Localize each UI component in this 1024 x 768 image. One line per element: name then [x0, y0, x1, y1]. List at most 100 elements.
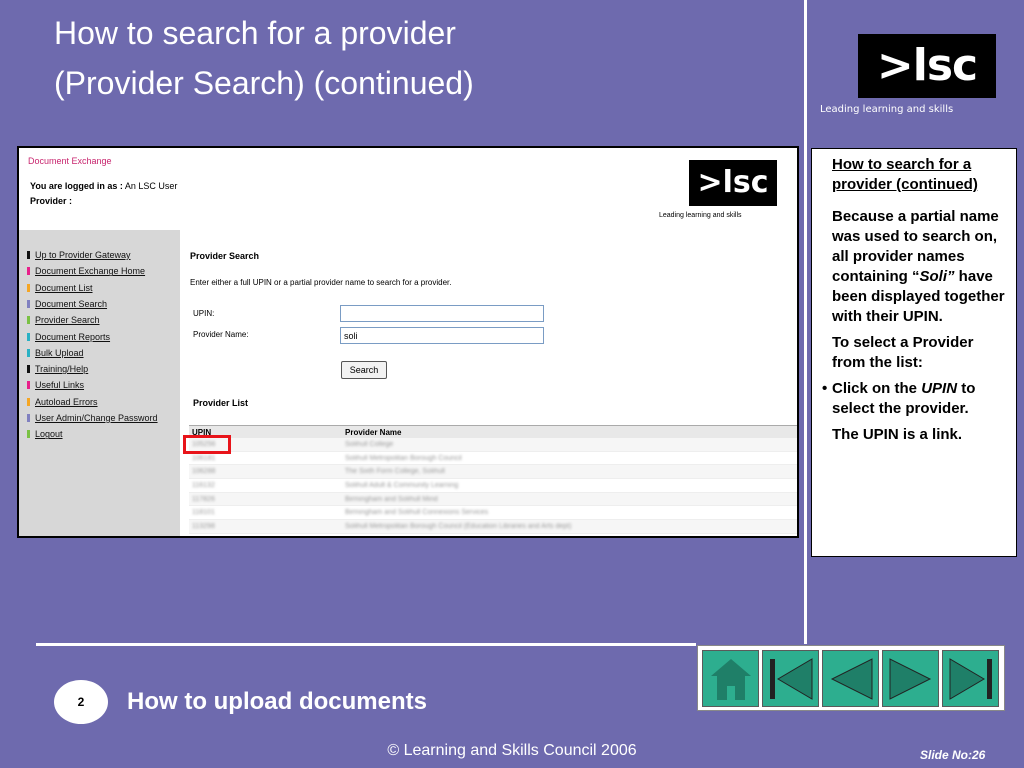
- home-button[interactable]: [702, 650, 759, 707]
- provider-table-body: 105256 Solihull College 106181 Solihull Met…: [189, 438, 797, 534]
- sidebar-item-label: Logout: [35, 429, 63, 440]
- sidebar-item[interactable]: Training/Help: [27, 362, 88, 376]
- sidebar-item-label: Provider Search: [35, 315, 100, 326]
- app-screenshot: Document Exchange You are logged in as :…: [17, 146, 799, 538]
- vertical-divider: [804, 0, 807, 644]
- provider-label: Provider :: [30, 196, 73, 206]
- sidebar-item[interactable]: Logout: [27, 427, 63, 441]
- sidebar-item[interactable]: Up to Provider Gateway: [27, 248, 131, 262]
- note-paragraph-1-emphasis: Soli”: [919, 268, 955, 285]
- first-slide-button[interactable]: [762, 650, 819, 707]
- provider-name-cell: Solihull Metropolitan Borough Council: [345, 454, 462, 462]
- note-bullet-emphasis: UPIN: [921, 380, 958, 397]
- last-slide-icon: [949, 657, 992, 700]
- sidebar-item[interactable]: Document List: [27, 281, 93, 295]
- upin-label: UPIN:: [193, 309, 215, 318]
- search-button[interactable]: Search: [341, 361, 387, 379]
- provider-search-heading: Provider Search: [190, 251, 260, 261]
- sidebar-item-label: Bulk Upload: [35, 347, 84, 358]
- note-paragraph-3: The UPIN is a link.: [832, 426, 963, 443]
- slide-title-line1: How to search for a provider: [54, 15, 456, 51]
- logged-in-info: You are logged in as : An LSC User: [30, 181, 177, 191]
- sidebar-item[interactable]: Useful Links: [27, 378, 84, 392]
- next-slide-button[interactable]: [882, 650, 939, 707]
- sidebar-item-marker: [27, 397, 30, 406]
- slide-title: How to search for a provider (Provider S…: [54, 8, 474, 108]
- sidebar-item[interactable]: Autoload Errors: [27, 395, 98, 409]
- note-title: How to search for a provider (continued): [832, 156, 978, 193]
- sidebar-item-marker: [27, 381, 30, 390]
- provider-name-cell: The Sixth Form College, Solihull: [345, 468, 445, 476]
- upin-link[interactable]: 118101: [189, 509, 343, 516]
- sidebar-item-label: User Admin/Change Password: [35, 413, 158, 423]
- table-row: 116132 Solihull Adult & Community Learnin…: [189, 479, 797, 493]
- sidebar-item-label: Document Search: [35, 298, 108, 309]
- table-row: 113298 Solihull Metropolitan Borough Coun…: [189, 520, 797, 534]
- provider-name-cell: Solihull College: [345, 440, 394, 448]
- bullet-dot: •: [822, 380, 828, 397]
- instruction-note: How to search for a provider (continued)…: [811, 148, 1017, 557]
- previous-slide-button[interactable]: [822, 650, 879, 707]
- provider-list-heading: Provider List: [193, 398, 249, 408]
- first-slide-icon: [769, 657, 812, 700]
- sidebar-item-marker: [27, 430, 30, 439]
- previous-slide-icon: [830, 657, 872, 700]
- sidebar-item-marker: [27, 414, 30, 422]
- sidebar-item-label: Training/Help: [35, 364, 89, 375]
- note-bullet-pre: Click on the: [832, 380, 922, 397]
- section-title: How to upload documents: [127, 688, 427, 715]
- last-slide-button[interactable]: [942, 650, 999, 707]
- sidebar-item[interactable]: Provider Search: [27, 313, 100, 327]
- sidebar-item-marker: [27, 365, 30, 374]
- provider-name-cell: Birmingham and Solihull Connexions Servi…: [345, 509, 489, 517]
- lsc-logo: >lsc: [858, 34, 996, 98]
- sidebar-item[interactable]: Bulk Upload: [27, 346, 84, 360]
- sidebar-item-marker: [27, 267, 30, 276]
- logged-in-label: You are logged in as :: [30, 181, 123, 191]
- app-title: Document Exchange: [28, 156, 112, 166]
- sidebar-item-label: Autoload Errors: [35, 396, 98, 407]
- next-slide-icon: [889, 657, 931, 700]
- sidebar-item-label: Document Reports: [35, 331, 111, 342]
- copyright: © Learning and Skills Council 2006: [387, 742, 637, 759]
- sidebar-item-marker: [27, 299, 30, 308]
- table-row: 117826 Birmingham and Solihull Mind: [189, 492, 797, 507]
- app-lsc-logo-tagline: Leading learning and skills: [659, 212, 742, 219]
- sidebar-item-marker: [27, 348, 30, 357]
- home-icon: [710, 658, 751, 700]
- sidebar-item-marker: [27, 332, 30, 341]
- table-row: 106288 The Sixth Form College, Solihull: [189, 465, 797, 480]
- upin-highlight-box: [183, 435, 231, 454]
- section-number-badge: 2: [54, 680, 108, 724]
- provider-name-column-header: Provider Name: [345, 427, 402, 437]
- note-bullet-text: Click on the UPIN to select the provider…: [832, 379, 1006, 419]
- upin-link[interactable]: 117826: [189, 496, 343, 503]
- sidebar-item[interactable]: User Admin/Change Password: [27, 411, 158, 425]
- provider-name-cell: Solihull Adult & Community Learning: [345, 481, 459, 489]
- provider-table: UPIN Provider Name 105256 Solihull Colleg…: [189, 425, 797, 534]
- upin-link[interactable]: 106288: [189, 468, 343, 475]
- table-row: 105256 Solihull College: [189, 438, 797, 452]
- provider-name-label: Provider Name:: [193, 330, 249, 339]
- sidebar-item[interactable]: Document Exchange Home: [27, 264, 145, 278]
- sidebar-item-marker: [27, 251, 30, 259]
- note-paragraph-2: To select a Provider from the list:: [832, 334, 974, 371]
- sidebar-item-marker: [27, 283, 30, 292]
- sidebar-item-label: Up to Provider Gateway: [35, 250, 131, 260]
- provider-name-cell: Solihull Metropolitan Borough Council (E…: [345, 522, 572, 530]
- table-row: 106181 Solihull Metropolitan Borough Coun…: [189, 452, 797, 466]
- slide-number: Slide No:26: [920, 748, 986, 762]
- upin-link[interactable]: 113298: [189, 523, 343, 530]
- sidebar-item-label: Document Exchange Home: [35, 266, 146, 277]
- slide-nav-panel: [697, 645, 1005, 711]
- provider-name-input[interactable]: [340, 327, 544, 344]
- provider-search-description: Enter either a full UPIN or a partial pr…: [190, 278, 452, 287]
- horizontal-divider: [36, 643, 696, 646]
- sidebar-item[interactable]: Document Reports: [27, 330, 110, 344]
- app-lsc-logo: >lsc: [689, 160, 777, 206]
- provider-table-header: UPIN Provider Name: [189, 425, 797, 438]
- upin-link[interactable]: 106181: [189, 455, 343, 462]
- upin-input[interactable]: [340, 305, 544, 322]
- upin-link[interactable]: 116132: [189, 482, 343, 489]
- sidebar-item[interactable]: Document Search: [27, 297, 107, 311]
